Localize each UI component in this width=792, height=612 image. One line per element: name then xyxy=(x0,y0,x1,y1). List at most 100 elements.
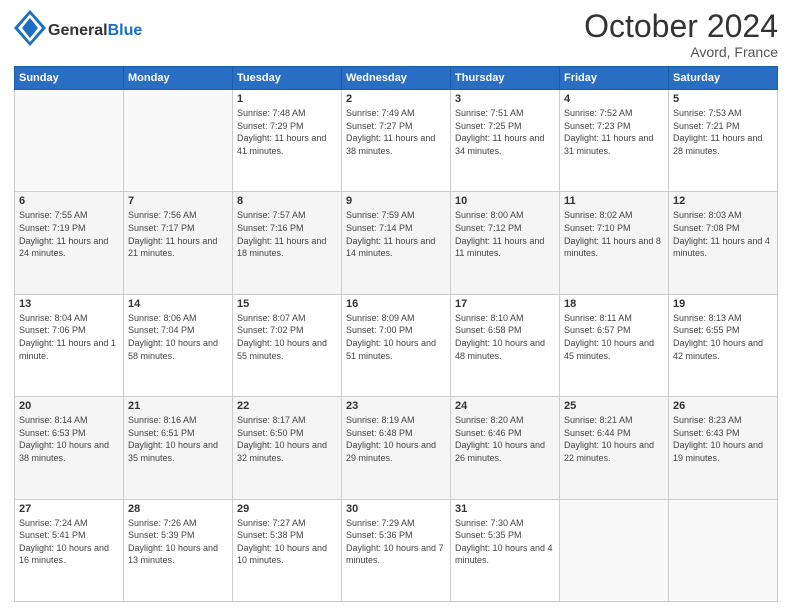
calendar-day-cell: 12Sunrise: 8:03 AMSunset: 7:08 PMDayligh… xyxy=(669,192,778,294)
sunset-text: Sunset: 7:06 PM xyxy=(19,324,119,337)
sunset-text: Sunset: 6:55 PM xyxy=(673,324,773,337)
day-info: Sunrise: 7:49 AMSunset: 7:27 PMDaylight:… xyxy=(346,107,446,157)
calendar-day-cell: 28 Sunrise: 7:26 AMSunset: 5:39 PMDayligh… xyxy=(124,499,233,601)
logo-icon xyxy=(14,10,46,51)
sunrise-text: Sunrise: 8:09 AM xyxy=(346,312,446,325)
sunrise-text: Sunrise: 7:59 AM xyxy=(346,209,446,222)
sunset-text: Sunset: 7:04 PM xyxy=(128,324,228,337)
sunset-text: Sunset: 6:43 PM xyxy=(673,427,773,440)
sunset-text: Sunset: 7:16 PM xyxy=(237,222,337,235)
sunset-text: Sunset: 7:23 PM xyxy=(564,120,664,133)
sunset-text: Sunset: 6:53 PM xyxy=(19,427,119,440)
calendar-day-cell: 1 Sunrise: 7:48 AMSunset: 7:29 PMDaylight… xyxy=(233,90,342,192)
daylight-text: Daylight: 10 hours and 35 minutes. xyxy=(128,439,228,464)
col-sunday: Sunday xyxy=(15,67,124,90)
col-friday: Friday xyxy=(560,67,669,90)
calendar-day-cell: 7 Sunrise: 7:56 AMSunset: 7:17 PMDaylight… xyxy=(124,192,233,294)
day-info: Sunrise: 7:57 AMSunset: 7:16 PMDaylight:… xyxy=(237,209,337,259)
day-number: 3 xyxy=(455,93,555,105)
calendar-day-cell: 9Sunrise: 7:59 AMSunset: 7:14 PMDaylight… xyxy=(342,192,451,294)
sunrise-text: Sunrise: 7:27 AM xyxy=(237,517,337,530)
daylight-text: Daylight: 11 hours and 28 minutes. xyxy=(673,132,773,157)
sunrise-text: Sunrise: 7:49 AM xyxy=(346,107,446,120)
sunset-text: Sunset: 6:57 PM xyxy=(564,324,664,337)
daylight-text: Daylight: 10 hours and 16 minutes. xyxy=(19,542,119,567)
day-number: 31 xyxy=(455,503,555,515)
daylight-text: Daylight: 10 hours and 4 minutes. xyxy=(455,542,555,567)
calendar-day-cell: 4Sunrise: 7:52 AMSunset: 7:23 PMDaylight… xyxy=(560,90,669,192)
day-info: Sunrise: 7:55 AMSunset: 7:19 PMDaylight:… xyxy=(19,209,119,259)
daylight-text: Daylight: 11 hours and 41 minutes. xyxy=(237,132,337,157)
daylight-text: Daylight: 10 hours and 7 minutes. xyxy=(346,542,446,567)
day-number: 19 xyxy=(673,298,773,310)
sunrise-text: Sunrise: 8:00 AM xyxy=(455,209,555,222)
calendar-table: Sunday Monday Tuesday Wednesday Thursday… xyxy=(14,66,778,602)
daylight-text: Daylight: 11 hours and 21 minutes. xyxy=(128,235,228,260)
day-number: 14 xyxy=(128,298,228,310)
calendar-day-cell: 8Sunrise: 7:57 AMSunset: 7:16 PMDaylight… xyxy=(233,192,342,294)
day-info: Sunrise: 7:48 AMSunset: 7:29 PMDaylight:… xyxy=(237,107,337,157)
calendar-day-cell: 20Sunrise: 8:14 AMSunset: 6:53 PMDayligh… xyxy=(15,397,124,499)
sunset-text: Sunset: 7:21 PM xyxy=(673,120,773,133)
calendar-day-cell: 22Sunrise: 8:17 AMSunset: 6:50 PMDayligh… xyxy=(233,397,342,499)
sunrise-text: Sunrise: 7:29 AM xyxy=(346,517,446,530)
sunrise-text: Sunrise: 8:02 AM xyxy=(564,209,664,222)
day-info: Sunrise: 8:20 AMSunset: 6:46 PMDaylight:… xyxy=(455,414,555,464)
daylight-text: Daylight: 10 hours and 19 minutes. xyxy=(673,439,773,464)
header: GeneralBlue October 2024 Avord, France xyxy=(14,10,778,60)
day-info: Sunrise: 8:19 AMSunset: 6:48 PMDaylight:… xyxy=(346,414,446,464)
sunset-text: Sunset: 7:02 PM xyxy=(237,324,337,337)
sunset-text: Sunset: 7:08 PM xyxy=(673,222,773,235)
day-info: Sunrise: 8:04 AMSunset: 7:06 PMDaylight:… xyxy=(19,312,119,362)
calendar-day-cell xyxy=(669,499,778,601)
sunset-text: Sunset: 7:00 PM xyxy=(346,324,446,337)
day-number: 1 xyxy=(237,93,337,105)
daylight-text: Daylight: 10 hours and 32 minutes. xyxy=(237,439,337,464)
daylight-text: Daylight: 11 hours and 4 minutes. xyxy=(673,235,773,260)
calendar-day-cell: 19Sunrise: 8:13 AMSunset: 6:55 PMDayligh… xyxy=(669,294,778,396)
month-title: October 2024 xyxy=(584,10,778,42)
sunrise-text: Sunrise: 8:14 AM xyxy=(19,414,119,427)
calendar-week-row: 20Sunrise: 8:14 AMSunset: 6:53 PMDayligh… xyxy=(15,397,778,499)
day-info: Sunrise: 7:26 AMSunset: 5:39 PMDaylight:… xyxy=(128,517,228,567)
daylight-text: Daylight: 10 hours and 58 minutes. xyxy=(128,337,228,362)
daylight-text: Daylight: 10 hours and 29 minutes. xyxy=(346,439,446,464)
day-number: 9 xyxy=(346,195,446,207)
daylight-text: Daylight: 11 hours and 11 minutes. xyxy=(455,235,555,260)
day-number: 11 xyxy=(564,195,664,207)
day-info: Sunrise: 8:03 AMSunset: 7:08 PMDaylight:… xyxy=(673,209,773,259)
sunrise-text: Sunrise: 8:16 AM xyxy=(128,414,228,427)
col-thursday: Thursday xyxy=(451,67,560,90)
sunset-text: Sunset: 5:39 PM xyxy=(128,529,228,542)
sunrise-text: Sunrise: 7:24 AM xyxy=(19,517,119,530)
sunset-text: Sunset: 6:44 PM xyxy=(564,427,664,440)
daylight-text: Daylight: 10 hours and 55 minutes. xyxy=(237,337,337,362)
col-saturday: Saturday xyxy=(669,67,778,90)
calendar-day-cell xyxy=(124,90,233,192)
sunrise-text: Sunrise: 8:21 AM xyxy=(564,414,664,427)
daylight-text: Daylight: 10 hours and 13 minutes. xyxy=(128,542,228,567)
day-info: Sunrise: 8:23 AMSunset: 6:43 PMDaylight:… xyxy=(673,414,773,464)
calendar-day-cell: 16Sunrise: 8:09 AMSunset: 7:00 PMDayligh… xyxy=(342,294,451,396)
calendar-week-row: 1Sunrise: 7:48 AMSunset: 7:29 PMDaylight… xyxy=(15,90,778,192)
sunrise-text: Sunrise: 7:48 AM xyxy=(237,107,337,120)
day-info: Sunrise: 8:21 AMSunset: 6:44 PMDaylight:… xyxy=(564,414,664,464)
day-number: 25 xyxy=(564,400,664,412)
day-number: 26 xyxy=(673,400,773,412)
day-info: Sunrise: 7:56 AMSunset: 7:17 PMDaylight:… xyxy=(128,209,228,259)
sunset-text: Sunset: 7:17 PM xyxy=(128,222,228,235)
daylight-text: Daylight: 10 hours and 10 minutes. xyxy=(237,542,337,567)
day-number: 28 xyxy=(128,503,228,515)
day-info: Sunrise: 8:07 AMSunset: 7:02 PMDaylight:… xyxy=(237,312,337,362)
sunrise-text: Sunrise: 8:11 AM xyxy=(564,312,664,325)
daylight-text: Daylight: 11 hours and 34 minutes. xyxy=(455,132,555,157)
sunset-text: Sunset: 6:58 PM xyxy=(455,324,555,337)
calendar-day-cell: 18Sunrise: 8:11 AMSunset: 6:57 PMDayligh… xyxy=(560,294,669,396)
calendar-day-cell: 31Sunrise: 7:30 AMSunset: 5:35 PMDayligh… xyxy=(451,499,560,601)
day-info: Sunrise: 8:00 AMSunset: 7:12 PMDaylight:… xyxy=(455,209,555,259)
day-number: 7 xyxy=(128,195,228,207)
daylight-text: Daylight: 11 hours and 24 minutes. xyxy=(19,235,119,260)
sunset-text: Sunset: 7:29 PM xyxy=(237,120,337,133)
sunset-text: Sunset: 7:19 PM xyxy=(19,222,119,235)
day-info: Sunrise: 8:16 AMSunset: 6:51 PMDaylight:… xyxy=(128,414,228,464)
